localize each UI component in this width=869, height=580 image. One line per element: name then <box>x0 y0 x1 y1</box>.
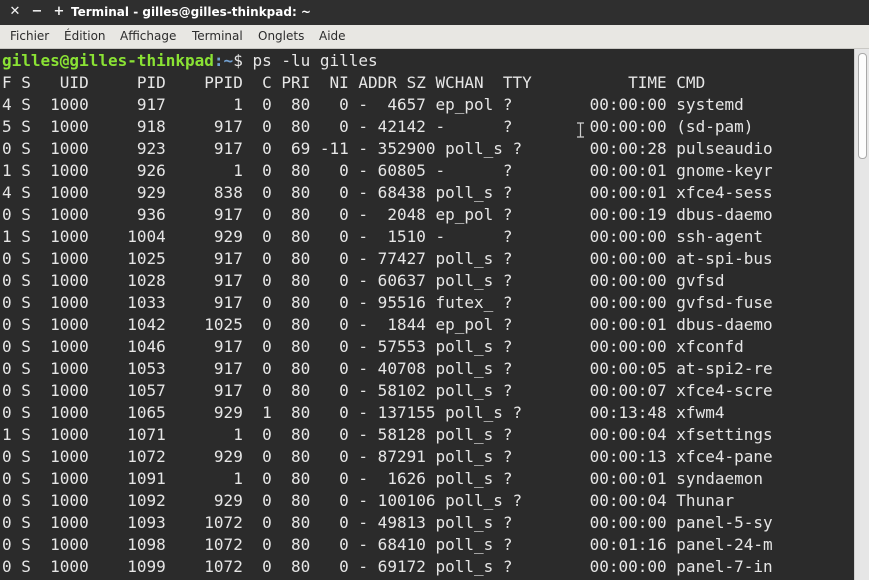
process-row: 0 S 1000 1033 917 0 80 0 - 95516 futex_ … <box>2 293 773 312</box>
menu-edition[interactable]: Édition <box>64 29 106 44</box>
minimize-button[interactable]: − <box>28 3 46 21</box>
menu-bar: Fichier Édition Affichage Terminal Ongle… <box>0 25 869 49</box>
process-row: 0 S 1000 936 917 0 80 0 - 2048 ep_pol ? … <box>2 205 773 224</box>
process-row: 0 S 1000 1092 929 0 80 0 - 100106 poll_s… <box>2 491 735 510</box>
prompt-line: gilles@gilles-thinkpad:~$ ps -lu gilles <box>2 50 378 72</box>
maximize-button[interactable]: + <box>50 3 68 21</box>
scrollbar-thumb[interactable] <box>858 53 867 159</box>
process-row: 0 S 1000 1028 917 0 80 0 - 60637 poll_s … <box>2 271 725 290</box>
prompt-path: :~ <box>213 51 234 70</box>
process-row: 0 S 1000 1072 929 0 80 0 - 87291 poll_s … <box>2 447 773 466</box>
process-row: 1 S 1000 926 1 0 80 0 - 60805 - ? 00:00:… <box>2 161 773 180</box>
menu-fichier[interactable]: Fichier <box>10 29 49 44</box>
vertical-scrollbar[interactable] <box>854 49 869 580</box>
process-row: 0 S 1000 1057 917 0 80 0 - 58102 poll_s … <box>2 381 773 400</box>
process-row: 0 S 1000 1053 917 0 80 0 - 40708 poll_s … <box>2 359 773 378</box>
process-row: 4 S 1000 929 838 0 80 0 - 68438 poll_s ?… <box>2 183 773 202</box>
process-row: 4 S 1000 917 1 0 80 0 - 4657 ep_pol ? 00… <box>2 95 744 114</box>
terminal-output[interactable]: gilles@gilles-thinkpad:~$ ps -lu gilles … <box>0 49 854 580</box>
prompt-symbol: $ <box>233 51 253 70</box>
process-row: 0 S 1000 1042 1025 0 80 0 - 1844 ep_pol … <box>2 315 773 334</box>
process-row: 0 S 1000 1065 929 1 80 0 - 137155 poll_s… <box>2 403 725 422</box>
process-row: 0 S 1000 1025 917 0 80 0 - 77427 poll_s … <box>2 249 773 268</box>
process-row: 0 S 1000 1093 1072 0 80 0 - 49813 poll_s… <box>2 513 773 532</box>
process-row: 5 S 1000 918 917 0 80 0 - 42142 - ? 00:0… <box>2 117 754 136</box>
process-row: 0 S 1000 1046 917 0 80 0 - 57553 poll_s … <box>2 337 744 356</box>
menu-terminal[interactable]: Terminal <box>192 29 243 44</box>
window-titlebar[interactable]: ✕ − + Terminal - gilles@gilles-thinkpad:… <box>0 0 869 26</box>
process-row: 0 S 1000 923 917 0 69 -11 - 352900 poll_… <box>2 139 773 158</box>
command-text: ps -lu gilles <box>252 51 378 70</box>
process-row: 0 S 1000 1091 1 0 80 0 - 1626 poll_s ? 0… <box>2 469 763 488</box>
process-row: 0 S 1000 1099 1072 0 80 0 - 69172 poll_s… <box>2 557 773 576</box>
text-cursor-icon <box>577 122 584 138</box>
close-button[interactable]: ✕ <box>6 3 24 21</box>
process-row: 0 S 1000 1098 1072 0 80 0 - 68410 poll_s… <box>2 535 773 554</box>
process-row: 1 S 1000 1071 1 0 80 0 - 58128 poll_s ? … <box>2 425 773 444</box>
ps-header-row: F S UID PID PPID C PRI NI ADDR SZ WCHAN … <box>2 73 706 92</box>
menu-aide[interactable]: Aide <box>319 29 346 44</box>
window-title: Terminal - gilles@gilles-thinkpad: ~ <box>71 5 311 19</box>
prompt-user: gilles@gilles-thinkpad <box>2 51 214 70</box>
menu-affichage[interactable]: Affichage <box>120 29 176 44</box>
menu-onglets[interactable]: Onglets <box>258 29 304 44</box>
process-row: 1 S 1000 1004 929 0 80 0 - 1510 - ? 00:0… <box>2 227 763 246</box>
